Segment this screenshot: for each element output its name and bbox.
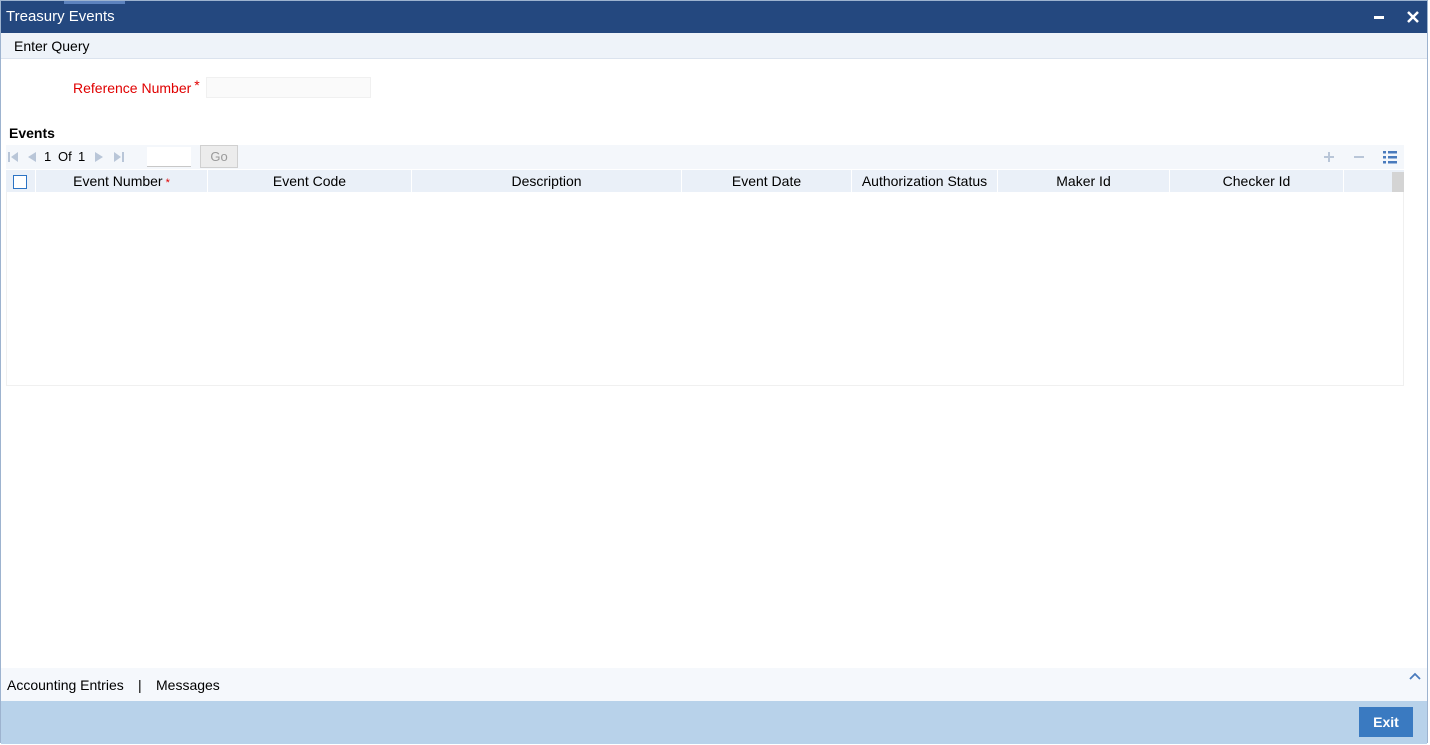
exit-button[interactable]: Exit — [1359, 707, 1413, 737]
next-page-icon[interactable] — [94, 150, 106, 166]
column-header-authorization-status[interactable]: Authorization Status — [852, 170, 998, 192]
link-separator: | — [138, 677, 142, 693]
reference-number-label: Reference Number * — [73, 77, 200, 96]
last-page-icon[interactable] — [113, 150, 125, 166]
event-number-header-label: Event Number — [73, 173, 163, 189]
required-asterisk: * — [194, 77, 200, 93]
current-page: 1 — [44, 149, 52, 164]
reference-number-label-text: Reference Number — [73, 80, 192, 96]
first-page-icon[interactable] — [7, 150, 19, 166]
events-grid-header: Event Number * Event Code Description Eve… — [6, 170, 1404, 192]
messages-link[interactable]: Messages — [156, 677, 220, 693]
grid-scrollbar[interactable] — [1392, 172, 1404, 192]
column-header-checker-id[interactable]: Checker Id — [1170, 170, 1344, 192]
previous-page-icon[interactable] — [25, 150, 37, 166]
menu-bar: Enter Query — [1, 33, 1427, 59]
accounting-entries-link[interactable]: Accounting Entries — [7, 677, 124, 693]
footer-links-bar: Accounting Entries | Messages — [1, 668, 1427, 701]
column-header-event-code[interactable]: Event Code — [208, 170, 412, 192]
select-all-cell — [6, 170, 36, 192]
single-view-icon[interactable] — [1380, 147, 1400, 167]
column-header-description[interactable]: Description — [412, 170, 682, 192]
of-label: Of — [58, 149, 72, 164]
delete-row-icon[interactable] — [1349, 147, 1369, 167]
window-title: Treasury Events — [6, 8, 115, 25]
reference-number-input[interactable] — [206, 77, 371, 98]
total-pages: 1 — [78, 149, 86, 164]
go-button[interactable]: Go — [200, 145, 238, 168]
column-header-event-date[interactable]: Event Date — [682, 170, 852, 192]
treasury-events-window: Treasury Events Enter Query Reference Nu… — [0, 0, 1428, 744]
minimize-icon[interactable] — [1368, 6, 1390, 28]
column-header-event-number[interactable]: Event Number * — [36, 170, 208, 192]
close-icon[interactable] — [1402, 6, 1424, 28]
title-accent — [64, 1, 125, 4]
enter-query-menu-item[interactable]: Enter Query — [14, 38, 89, 54]
column-header-maker-id[interactable]: Maker Id — [998, 170, 1170, 192]
required-marker: * — [165, 177, 170, 189]
page-number-input[interactable] — [147, 147, 191, 167]
title-bar: Treasury Events — [1, 1, 1427, 33]
select-all-checkbox[interactable] — [13, 175, 27, 189]
footer-button-bar: Exit — [1, 701, 1427, 744]
events-grid-body — [6, 192, 1404, 386]
chevron-up-icon[interactable] — [1408, 670, 1426, 686]
events-section-title: Events — [9, 125, 55, 141]
events-grid-toolbar: 1 Of 1 Go — [6, 145, 1404, 169]
add-row-icon[interactable] — [1319, 147, 1339, 167]
